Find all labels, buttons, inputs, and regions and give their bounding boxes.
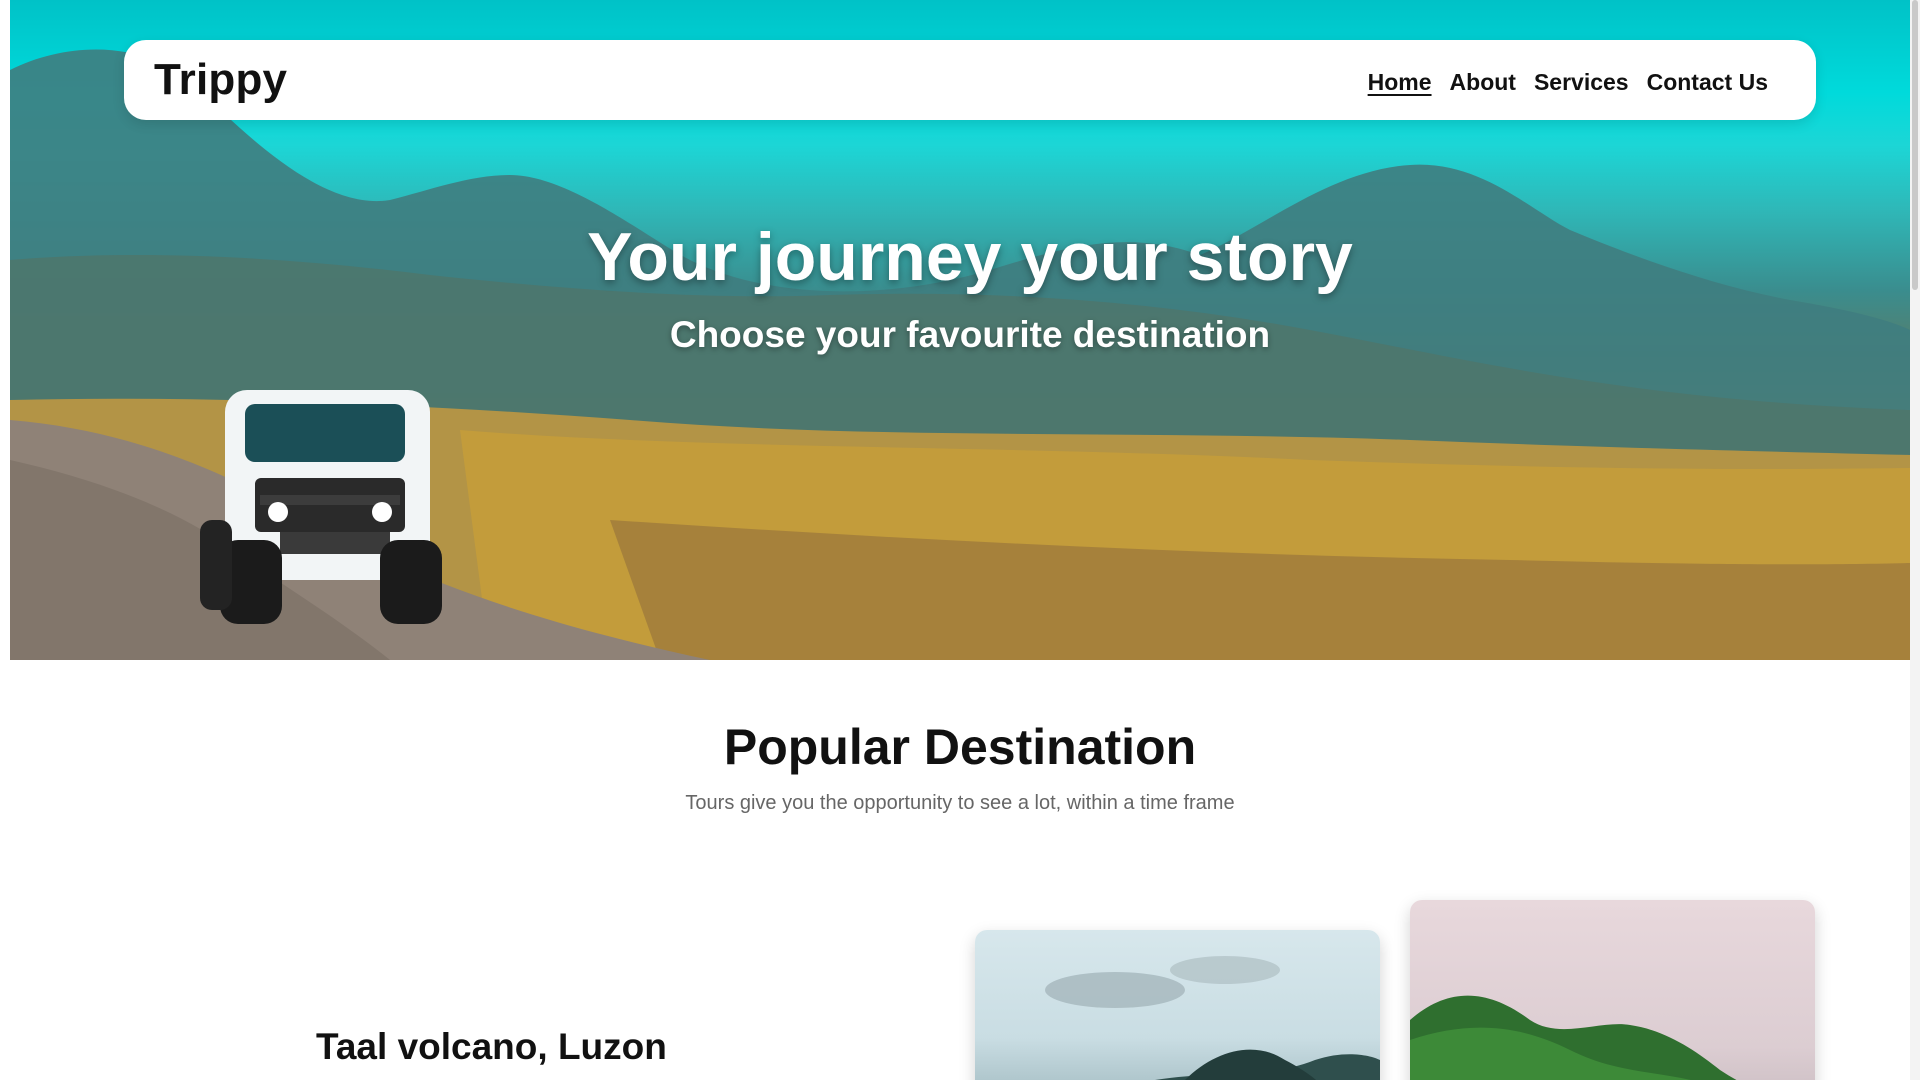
- section-title: Popular Destination: [723, 719, 1197, 775]
- scrollbar-thumb[interactable]: [1912, 0, 1918, 290]
- nav-contact[interactable]: Contact Us: [1647, 69, 1768, 96]
- hero-subtitle: Choose your favourite destination: [669, 314, 1271, 355]
- hero-title: Your journey your story: [587, 219, 1353, 295]
- destination-name: Taal volcano, Luzon: [316, 1026, 667, 1067]
- hero-banner: Trippy Home About Services Contact Us Yo…: [10, 0, 1910, 660]
- nav-home[interactable]: Home: [1368, 69, 1432, 96]
- destination-image-1: [975, 930, 1380, 1080]
- destination-image-2: [1410, 900, 1815, 1080]
- scrollbar[interactable]: [1910, 0, 1920, 1080]
- navbar: Trippy Home About Services Contact Us: [124, 40, 1816, 120]
- page: Trippy Home About Services Contact Us Yo…: [0, 0, 1920, 1080]
- nav-about[interactable]: About: [1450, 69, 1516, 96]
- brand-logo[interactable]: Trippy: [154, 55, 287, 105]
- nav-services[interactable]: Services: [1534, 69, 1629, 96]
- section-subtitle: Tours give you the opportunity to see a …: [685, 792, 1235, 814]
- nav-links: Home About Services Contact Us: [1368, 69, 1768, 96]
